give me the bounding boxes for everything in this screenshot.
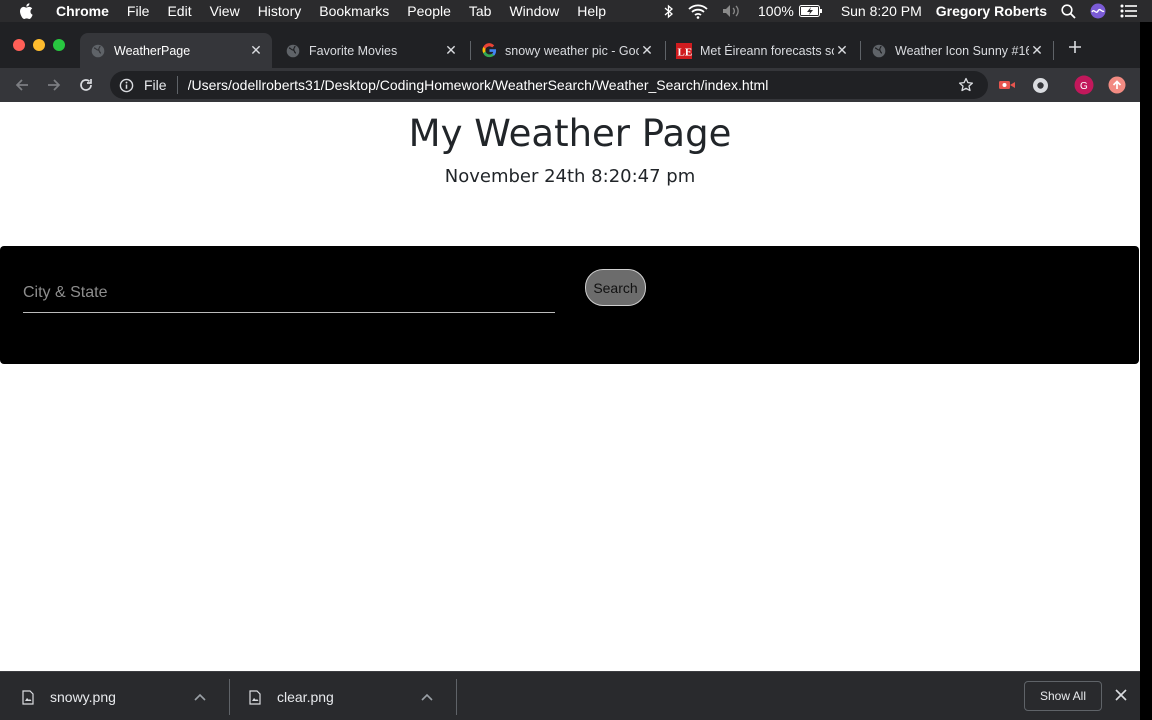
menu-history[interactable]: History [258, 3, 302, 19]
close-window-button[interactable] [13, 39, 25, 51]
new-tab-button[interactable] [1065, 37, 1085, 57]
tab-weatherpage[interactable]: WeatherPage ✕ [80, 33, 272, 68]
menu-people[interactable]: People [407, 3, 451, 19]
zoom-window-button[interactable] [53, 39, 65, 51]
svg-text:G: G [1080, 81, 1088, 92]
globe-icon [871, 43, 887, 59]
address-bar[interactable]: File /Users/odellroberts31/Desktop/Codin… [110, 71, 988, 99]
menu-help[interactable]: Help [577, 3, 606, 19]
mac-menubar: Chrome File Edit View History Bookmarks … [0, 0, 1152, 22]
close-shelf-icon[interactable] [1112, 686, 1130, 704]
profile-avatar[interactable]: G [1074, 75, 1094, 95]
downloads-shelf: snowy.png clear.png Show All [0, 671, 1140, 720]
battery-percent: 100% [758, 3, 794, 19]
tab-snowy-weather[interactable]: snowy weather pic - Goo ✕ [471, 33, 663, 68]
download-item-clear[interactable]: clear.png [227, 679, 437, 715]
download-filename: clear.png [277, 689, 334, 705]
city-state-input[interactable] [23, 273, 555, 313]
window-edge [1140, 22, 1152, 720]
bluetooth-icon[interactable] [664, 4, 674, 19]
page-title: My Weather Page [408, 112, 732, 155]
back-button[interactable] [11, 74, 33, 96]
svg-text:LE: LE [678, 46, 693, 58]
close-tab-icon[interactable]: ✕ [443, 42, 459, 59]
menu-edit[interactable]: Edit [167, 3, 191, 19]
url-scheme-label: File [144, 77, 167, 93]
file-icon [249, 689, 263, 705]
menu-bookmarks[interactable]: Bookmarks [319, 3, 389, 19]
extension-icon[interactable] [1030, 75, 1050, 95]
menubar-clock[interactable]: Sun 8:20 PM [841, 3, 922, 19]
spotlight-icon[interactable] [1061, 3, 1076, 19]
menu-view[interactable]: View [210, 3, 240, 19]
le-icon: LE [676, 42, 693, 59]
search-panel: Search [0, 246, 1139, 364]
forward-button[interactable] [43, 74, 65, 96]
close-tab-icon[interactable]: ✕ [834, 42, 850, 59]
tab-title: WeatherPage [114, 43, 191, 58]
update-icon[interactable] [1107, 75, 1127, 95]
tab-strip: WeatherPage ✕ Favorite Movies ✕ snowy we… [0, 22, 1140, 68]
battery-icon[interactable] [798, 5, 823, 17]
wifi-icon[interactable] [688, 4, 708, 19]
menu-file[interactable]: File [127, 3, 150, 19]
close-tab-icon[interactable]: ✕ [1029, 42, 1045, 59]
file-icon [22, 689, 36, 705]
window-controls [13, 39, 65, 51]
minimize-window-button[interactable] [33, 39, 45, 51]
download-item-snowy[interactable]: snowy.png [0, 679, 210, 715]
tab-weather-icon[interactable]: Weather Icon Sunny #16 ✕ [861, 33, 1053, 68]
browser-toolbar: File /Users/odellroberts31/Desktop/Codin… [0, 68, 1140, 102]
chevron-up-icon[interactable] [190, 687, 210, 707]
download-filename: snowy.png [50, 689, 116, 705]
tab-met-eireann[interactable]: LE Met Éireann forecasts so ✕ [666, 33, 858, 68]
chevron-up-icon[interactable] [417, 687, 437, 707]
siri-icon[interactable] [1090, 3, 1106, 19]
close-tab-icon[interactable]: ✕ [248, 42, 264, 59]
close-tab-icon[interactable]: ✕ [639, 42, 655, 59]
tab-divider [1053, 41, 1054, 60]
tab-title: Met Éireann forecasts so [700, 43, 834, 58]
menubar-user[interactable]: Gregory Roberts [936, 3, 1047, 19]
globe-icon [285, 43, 301, 59]
menu-tab[interactable]: Tab [469, 3, 492, 19]
tab-title: Weather Icon Sunny #16 [895, 43, 1029, 58]
tab-favorite-movies[interactable]: Favorite Movies ✕ [275, 33, 467, 68]
bookmark-star-icon[interactable] [956, 75, 976, 95]
notification-center-icon[interactable] [1120, 4, 1138, 18]
volume-icon[interactable] [722, 4, 744, 18]
globe-icon [90, 43, 106, 59]
tab-title: snowy weather pic - Goo [505, 43, 639, 58]
reload-button[interactable] [75, 74, 97, 96]
search-button[interactable]: Search [585, 269, 646, 306]
apple-icon[interactable] [19, 3, 41, 19]
menu-chrome[interactable]: Chrome [56, 3, 109, 19]
show-all-downloads-button[interactable]: Show All [1024, 681, 1102, 711]
tab-title: Favorite Movies [309, 43, 398, 58]
menu-window[interactable]: Window [509, 3, 559, 19]
page-viewport: My Weather Page November 24th 8:20:47 pm… [0, 102, 1140, 671]
omnibox-divider [176, 76, 178, 94]
info-icon[interactable] [119, 77, 135, 93]
shelf-divider [456, 679, 457, 715]
screencast-extension-icon[interactable] [997, 75, 1017, 95]
url-text[interactable]: /Users/odellroberts31/Desktop/CodingHome… [188, 77, 956, 93]
current-datetime: November 24th 8:20:47 pm [444, 166, 696, 187]
google-icon [481, 43, 497, 59]
